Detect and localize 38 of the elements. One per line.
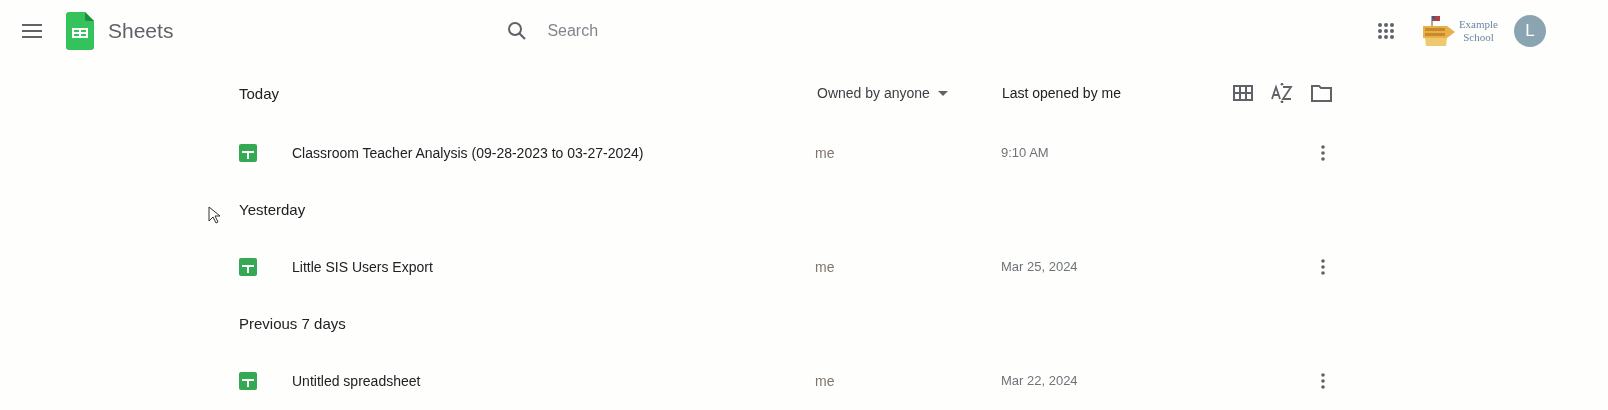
sort-menu-button[interactable]: Last opened by me [1001, 85, 1121, 101]
apps-grid-icon [1376, 22, 1395, 40]
mouse-pointer-icon [208, 206, 220, 224]
caret-icon [937, 90, 948, 96]
sort-az-icon [1271, 83, 1293, 103]
owner-filter-dropdown[interactable]: Owned by anyone [817, 85, 948, 101]
school-logo-icon [1420, 14, 1457, 48]
last-opened-date: Mar 25, 2024 [1001, 259, 1079, 274]
folder-button[interactable] [1311, 83, 1333, 103]
file-name[interactable]: Little SIS Users Export [292, 258, 815, 275]
sheet-file-icon [239, 371, 257, 390]
sort-az-button[interactable] [1271, 83, 1293, 103]
file-owner: me [815, 144, 836, 161]
file-owner: me [815, 372, 836, 389]
grid-view-icon [1233, 85, 1253, 101]
folder-icon [1311, 84, 1333, 102]
file-name[interactable]: Classroom Teacher Analysis (09-28-2023 to 03-27-2024) [292, 144, 815, 161]
menu-button[interactable] [22, 24, 42, 38]
section-heading: Previous 7 days [239, 314, 347, 334]
section-heading: Yesterday [239, 200, 307, 220]
last-opened-date: Mar 22, 2024 [1001, 373, 1079, 388]
menu-icon [22, 24, 42, 38]
section-heading: Today [239, 83, 280, 104]
last-opened-date: 9:10 AM [1001, 145, 1050, 160]
sheets-logo-icon [66, 12, 94, 50]
file-name[interactable]: Untitled spreadsheet [292, 372, 815, 389]
apps-button[interactable] [1376, 22, 1395, 40]
more-vertical-icon [1321, 372, 1325, 389]
search-icon[interactable] [507, 21, 528, 41]
file-owner: me [815, 258, 836, 275]
grid-view-button[interactable] [1233, 83, 1253, 103]
sheet-file-icon [239, 257, 257, 276]
app-title: Sheets [108, 19, 174, 43]
school-logo-text: Example School [1458, 18, 1498, 44]
more-vertical-icon [1321, 144, 1325, 161]
sheet-file-icon [239, 143, 257, 162]
search-field[interactable]: Search [545, 21, 950, 41]
more-vertical-icon [1321, 258, 1325, 275]
